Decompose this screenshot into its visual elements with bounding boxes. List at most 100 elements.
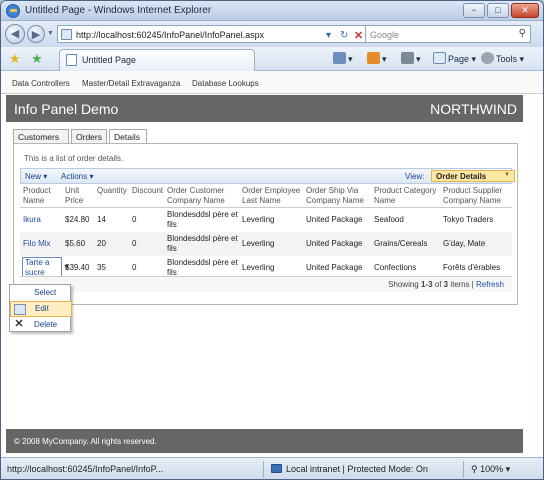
view-label: View: bbox=[405, 172, 425, 181]
cell-quantity: 20 bbox=[97, 239, 106, 248]
cell-ship-via: United Package bbox=[306, 215, 363, 224]
page-menu-label: Page bbox=[448, 54, 470, 64]
actions-label: Actions bbox=[61, 172, 88, 181]
cell-price: $24.80 bbox=[65, 215, 90, 224]
menu-item-edit[interactable]: Edit bbox=[10, 301, 72, 317]
search-input[interactable]: Google ⚲ bbox=[365, 25, 531, 43]
tab-details[interactable]: Details bbox=[109, 129, 147, 144]
home-button[interactable]: ▾ bbox=[333, 52, 353, 65]
refresh-link[interactable]: Refresh bbox=[476, 280, 504, 289]
column-header-category[interactable]: Product Category Name bbox=[374, 186, 436, 206]
menu-item-label: Edit bbox=[35, 304, 49, 313]
security-zone[interactable]: Local intranet | Protected Mode: On bbox=[271, 464, 428, 474]
cell-quantity: 14 bbox=[97, 215, 106, 224]
brand-name: NORTHWIND bbox=[430, 101, 517, 117]
table-row[interactable]: Filo Mix $5.60 20 0 Blondesddsl père et f… bbox=[20, 232, 512, 256]
menu-item-select[interactable]: Select bbox=[10, 285, 72, 301]
menu-item-database-lookups[interactable]: Database Lookups bbox=[192, 79, 259, 88]
column-header-order-employee[interactable]: Order Employee Last Name bbox=[242, 186, 300, 206]
magnifier-icon: ⚲ bbox=[471, 464, 478, 474]
cell-product[interactable]: Ikura bbox=[23, 215, 41, 225]
close-button[interactable]: ✕ bbox=[511, 3, 539, 18]
column-header-discount[interactable]: Discount bbox=[132, 186, 163, 196]
cell-customer: Blondesddsl père et fils bbox=[167, 258, 238, 277]
status-divider bbox=[263, 461, 264, 478]
address-url: http://localhost:60245/InfoPanel/InfoPan… bbox=[76, 30, 265, 40]
cell-employee: Leverling bbox=[242, 263, 275, 272]
page-menu-icon bbox=[433, 52, 446, 64]
address-dropdown-icon[interactable]: ▾ bbox=[326, 30, 331, 41]
tab-orders[interactable]: Orders bbox=[71, 129, 107, 143]
browser-window: Untitled Page - Windows Internet Explore… bbox=[0, 0, 544, 480]
browser-tab[interactable]: Untitled Page bbox=[59, 49, 255, 71]
intranet-icon bbox=[271, 464, 282, 473]
chevron-down-icon: ▾ bbox=[505, 464, 511, 474]
row-context-menu: Select Edit ✕ Delete bbox=[9, 284, 72, 333]
menu-item-data-controllers[interactable]: Data Controllers bbox=[12, 79, 70, 88]
page-content: Data Controllers Master/Detail Extravaga… bbox=[1, 71, 543, 457]
tools-menu-label: Tools bbox=[496, 54, 518, 64]
pager-status: Showing 1-3 of 3 items | Refresh bbox=[388, 280, 504, 289]
stop-icon[interactable]: ✕ bbox=[354, 29, 363, 42]
address-field[interactable]: http://localhost:60245/InfoPanel/InfoPan… bbox=[57, 25, 366, 43]
edit-icon bbox=[14, 304, 26, 315]
forward-button[interactable]: ▶ bbox=[27, 25, 45, 43]
cell-customer: Blondesddsl père et fils bbox=[167, 210, 238, 229]
column-header-order-customer[interactable]: Order Customer Company Name bbox=[167, 186, 225, 206]
cell-category: Seafood bbox=[374, 215, 404, 224]
cell-product[interactable]: Tarte a sucre bbox=[25, 258, 49, 278]
home-icon bbox=[333, 52, 346, 64]
chevron-down-icon: ▼ bbox=[504, 172, 510, 178]
column-header-product-name[interactable]: Product Name bbox=[23, 186, 51, 206]
print-button[interactable]: ▾ bbox=[401, 52, 421, 65]
back-button[interactable]: ◀ bbox=[5, 24, 25, 44]
address-row: ◀ ▶ ▼ http://localhost:60245/InfoPanel/I… bbox=[1, 21, 543, 47]
status-divider bbox=[463, 461, 464, 478]
cell-ship-via: United Package bbox=[306, 263, 363, 272]
column-header-unit-price[interactable]: Unit Price bbox=[65, 186, 83, 206]
tab-customers[interactable]: Customers bbox=[13, 129, 69, 143]
chevron-down-icon: ▾ bbox=[89, 172, 94, 181]
search-icon[interactable]: ⚲ bbox=[519, 28, 526, 39]
favorites-star-icon[interactable]: ★ bbox=[9, 51, 21, 67]
column-header-quantity[interactable]: Quantity bbox=[97, 186, 127, 196]
menu-item-delete[interactable]: ✕ Delete bbox=[10, 317, 72, 333]
actions-button[interactable]: Actions ▾ bbox=[61, 172, 93, 181]
grid-pager: Showing 1-3 of 3 items | Refresh bbox=[20, 276, 512, 292]
add-favorite-icon[interactable]: ★ bbox=[31, 51, 43, 67]
zone-label: Local intranet | Protected Mode: On bbox=[286, 464, 428, 474]
grid-toolbar: New ▾ Actions ▾ View: Order Details ▼ bbox=[20, 168, 515, 184]
selected-product-cell[interactable]: Tarte a sucre bbox=[22, 257, 62, 278]
title-bar: Untitled Page - Windows Internet Explore… bbox=[1, 1, 543, 21]
zoom-level: 100% bbox=[480, 464, 504, 474]
new-label: New bbox=[25, 172, 42, 181]
column-header-ship-via[interactable]: Order Ship Via Company Name bbox=[306, 186, 364, 206]
table-row[interactable]: Ikura $24.80 14 0 Blondesddsl père et fil… bbox=[20, 208, 512, 232]
history-dropdown-icon[interactable]: ▼ bbox=[47, 30, 54, 37]
view-select[interactable]: Order Details ▼ bbox=[431, 170, 515, 182]
rss-icon bbox=[367, 52, 380, 64]
cell-supplier: Forêts d'érables bbox=[443, 263, 501, 272]
minimize-button[interactable]: − bbox=[463, 3, 485, 18]
maximize-button[interactable]: □ bbox=[487, 3, 509, 18]
column-header-supplier[interactable]: Product Supplier Company Name bbox=[443, 186, 502, 206]
page-menu[interactable]: Page ▾ bbox=[433, 52, 476, 65]
cell-employee: Leverling bbox=[242, 215, 275, 224]
view-select-value: Order Details bbox=[436, 172, 487, 181]
forward-arrow-icon: ▶ bbox=[31, 29, 41, 41]
feeds-button[interactable]: ▾ bbox=[367, 52, 387, 65]
details-panel: This is a list of order details. New ▾ A… bbox=[13, 143, 518, 305]
cell-product[interactable]: Filo Mix bbox=[23, 239, 51, 249]
ie-logo-icon bbox=[6, 4, 20, 18]
cell-category: Confections bbox=[374, 263, 417, 272]
site-banner: Info Panel Demo NORTHWIND bbox=[6, 95, 523, 122]
zoom-control[interactable]: ⚲ 100% ▾ bbox=[471, 464, 510, 475]
panel-description: This is a list of order details. bbox=[24, 154, 124, 163]
refresh-icon[interactable]: ↻ bbox=[340, 30, 348, 41]
row-menu-dropdown-icon[interactable]: ▼ bbox=[63, 264, 70, 271]
tools-menu[interactable]: Tools ▾ bbox=[481, 52, 524, 65]
new-button[interactable]: New ▾ bbox=[25, 172, 47, 181]
tab-title: Untitled Page bbox=[82, 55, 137, 65]
menu-item-master-detail[interactable]: Master/Detail Extravaganza bbox=[82, 79, 180, 88]
search-placeholder: Google bbox=[370, 30, 400, 40]
